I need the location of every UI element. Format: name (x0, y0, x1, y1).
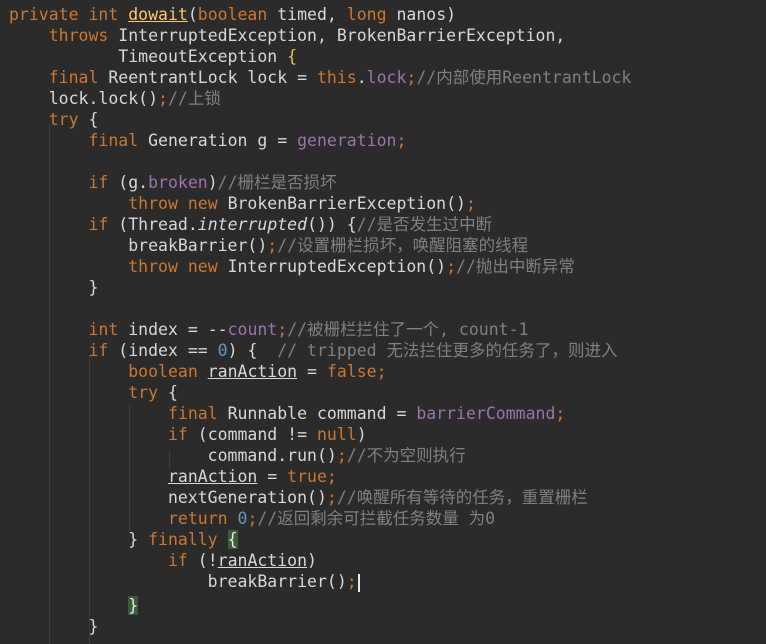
code-line[interactable]: throw new InterruptedException();//抛出中断异… (9, 256, 575, 277)
code-line[interactable]: if (Thread.interrupted()) {//是否发生过中断 (9, 214, 492, 235)
code-line[interactable]: throw new BrokenBarrierException(); (9, 193, 476, 214)
code-line[interactable]: breakBarrier();//设置栅栏损坏，唤醒阻塞的线程 (9, 235, 528, 256)
code-line[interactable]: if (index == 0) { // tripped 无法拦住更多的任务了，… (9, 340, 617, 361)
code-line[interactable]: } (9, 595, 139, 616)
code-line[interactable]: throws InterruptedException, BrokenBarri… (9, 25, 566, 46)
code-line[interactable]: lock.lock();//上锁 (9, 88, 221, 109)
code-line[interactable]: final ReentrantLock lock = this.lock;//内… (9, 67, 632, 88)
code-line[interactable]: if (!ranAction) (9, 550, 317, 571)
code-line[interactable]: return 0;//返回剩余可拦截任务数量 为0 (9, 508, 495, 529)
code-line[interactable]: if (command != null) (9, 424, 367, 445)
code-line[interactable]: } (9, 277, 98, 298)
code-line[interactable]: int index = --count;//被栅栏拦住了一个, count-1 (9, 319, 528, 340)
code-line[interactable]: command.run();//不为空则执行 (9, 445, 466, 466)
code-line[interactable]: if (g.broken)//栅栏是否损坏 (9, 172, 336, 193)
code-line[interactable]: try { (9, 382, 178, 403)
code-line[interactable]: } (9, 616, 98, 637)
code-line[interactable]: try { (9, 109, 99, 130)
text-cursor (357, 573, 360, 592)
code-line[interactable]: breakBarrier(); (9, 571, 360, 592)
code-line[interactable]: final Runnable command = barrierCommand; (9, 403, 565, 424)
code-line[interactable]: final Generation g = generation; (9, 130, 406, 151)
code-line[interactable]: ranAction = true; (9, 466, 337, 487)
code-editor[interactable]: private int dowait(boolean timed, long n… (0, 0, 766, 644)
code-line[interactable]: boolean ranAction = false; (9, 361, 386, 382)
code-line[interactable]: TimeoutException { (9, 46, 297, 67)
code-line[interactable]: private int dowait(boolean timed, long n… (9, 4, 456, 25)
code-line[interactable]: nextGeneration();//唤醒所有等待的任务，重置栅栏 (9, 487, 588, 508)
code-line[interactable]: } finally { (9, 529, 238, 550)
